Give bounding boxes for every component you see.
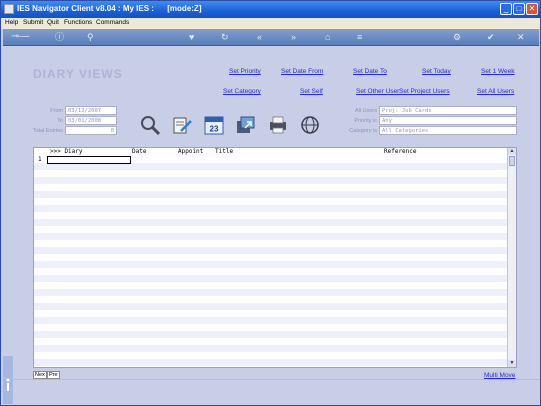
- priority-label: Priority is: [354, 118, 377, 124]
- from-date-field[interactable]: 03/12/2007: [65, 106, 117, 115]
- status-bar: [3, 379, 539, 405]
- category-label: Category is: [349, 128, 377, 134]
- to-date-field[interactable]: 03/01/2008: [65, 116, 117, 125]
- column-header-title[interactable]: Title: [215, 148, 233, 155]
- list-icon[interactable]: ≡: [357, 32, 362, 42]
- calendar-day-number: 23: [210, 125, 219, 134]
- set-1-week-link[interactable]: Set 1 Week: [481, 68, 514, 75]
- diary-grid: >>> Diary Date Appoint Title Reference 1…: [33, 147, 517, 368]
- globe-icon[interactable]: [299, 114, 321, 136]
- set-date-to-link[interactable]: Set Date To: [353, 68, 387, 75]
- set-all-users-link[interactable]: Set All Users: [477, 88, 514, 95]
- search-icon[interactable]: ⚲: [87, 32, 94, 42]
- total-entries-field: 0: [65, 126, 117, 135]
- set-priority-link[interactable]: Set Priority: [229, 68, 261, 75]
- total-entries-label: Total Entries: [32, 128, 63, 134]
- rewind-icon[interactable]: «: [257, 32, 262, 42]
- user-scope-field[interactable]: Proj: Job Cards: [379, 106, 517, 115]
- key-icon[interactable]: ⊸—: [11, 32, 29, 42]
- multi-move-link[interactable]: Multi Move: [484, 372, 515, 379]
- grid-rows: [34, 156, 508, 367]
- menu-commands[interactable]: Commands: [96, 19, 129, 26]
- column-header-appoint[interactable]: Appoint: [178, 148, 203, 155]
- page-title: DIARY VIEWS: [33, 67, 123, 81]
- maximize-button[interactable]: □: [513, 3, 525, 15]
- previous-page-button[interactable]: Pre: [47, 371, 60, 379]
- fast-forward-icon[interactable]: »: [291, 32, 296, 42]
- minimize-button[interactable]: _: [500, 3, 512, 15]
- side-panel-strip: [3, 356, 13, 404]
- export-icon[interactable]: [235, 114, 257, 136]
- column-header-date[interactable]: Date: [132, 148, 146, 155]
- refresh-icon[interactable]: ↻: [221, 32, 229, 42]
- title-bar: IES Navigator Client v8.04 : My IES : [m…: [1, 1, 540, 18]
- column-header-diary[interactable]: >>> Diary: [50, 148, 83, 155]
- search-icon[interactable]: [139, 114, 161, 136]
- calendar-icon[interactable]: 23: [203, 114, 225, 136]
- menu-quit[interactable]: Quit: [47, 19, 59, 26]
- window-title: IES Navigator Client v8.04 : My IES : [m…: [17, 4, 202, 13]
- close-window-button[interactable]: ✕: [526, 3, 538, 15]
- heart-icon[interactable]: ♥: [189, 32, 194, 42]
- from-label: From: [50, 108, 63, 114]
- diary-views-panel: DIARY VIEWS Set Priority Set Date From S…: [3, 46, 530, 379]
- all-users-label: All Users: [354, 108, 377, 114]
- row-number: 1: [38, 156, 42, 163]
- menu-bar: Help Submit Quit Functions Commands: [1, 18, 540, 29]
- app-window: IES Navigator Client v8.04 : My IES : [m…: [0, 0, 541, 406]
- priority-field[interactable]: Any: [379, 116, 517, 125]
- set-category-link[interactable]: Set Category: [223, 88, 261, 95]
- home-icon[interactable]: ⌂: [325, 32, 330, 42]
- scroll-down-arrow-icon[interactable]: ▼: [508, 360, 516, 367]
- next-page-button[interactable]: Nex: [33, 371, 47, 379]
- grid-header: >>> Diary Date Appoint Title Reference: [34, 148, 508, 156]
- info-icon[interactable]: ⓘ: [55, 32, 64, 42]
- toolbar: ⊸— ⓘ ⚲ ♥ ↻ « » ⌂ ≡ ⚙ ✔ ✕: [3, 29, 539, 46]
- check-icon[interactable]: ✔: [487, 32, 495, 42]
- category-field[interactable]: All Categories: [379, 126, 517, 135]
- menu-submit[interactable]: Submit: [23, 19, 43, 26]
- menu-help[interactable]: Help: [5, 19, 18, 26]
- column-header-reference[interactable]: Reference: [384, 148, 417, 155]
- to-label: To: [57, 118, 63, 124]
- scroll-thumb[interactable]: [509, 156, 515, 166]
- set-self-link[interactable]: Set Self: [300, 88, 323, 95]
- menu-functions[interactable]: Functions: [64, 19, 92, 26]
- settings-icon[interactable]: ⚙: [453, 32, 461, 42]
- set-other-user-link[interactable]: Set Other User: [356, 88, 399, 95]
- scroll-up-arrow-icon[interactable]: ▲: [508, 148, 516, 155]
- app-icon: [4, 4, 14, 14]
- edit-document-icon[interactable]: [171, 114, 193, 136]
- info-side-icon[interactable]: [3, 376, 13, 396]
- close-icon[interactable]: ✕: [517, 32, 525, 42]
- set-project-users-link[interactable]: Set Project Users: [399, 88, 450, 95]
- printer-icon[interactable]: [267, 114, 289, 136]
- vertical-scrollbar[interactable]: ▲ ▼: [507, 148, 516, 367]
- set-today-link[interactable]: Set Today: [422, 68, 451, 75]
- diary-cell-input[interactable]: [47, 156, 131, 164]
- set-date-from-link[interactable]: Set Date From: [281, 68, 323, 75]
